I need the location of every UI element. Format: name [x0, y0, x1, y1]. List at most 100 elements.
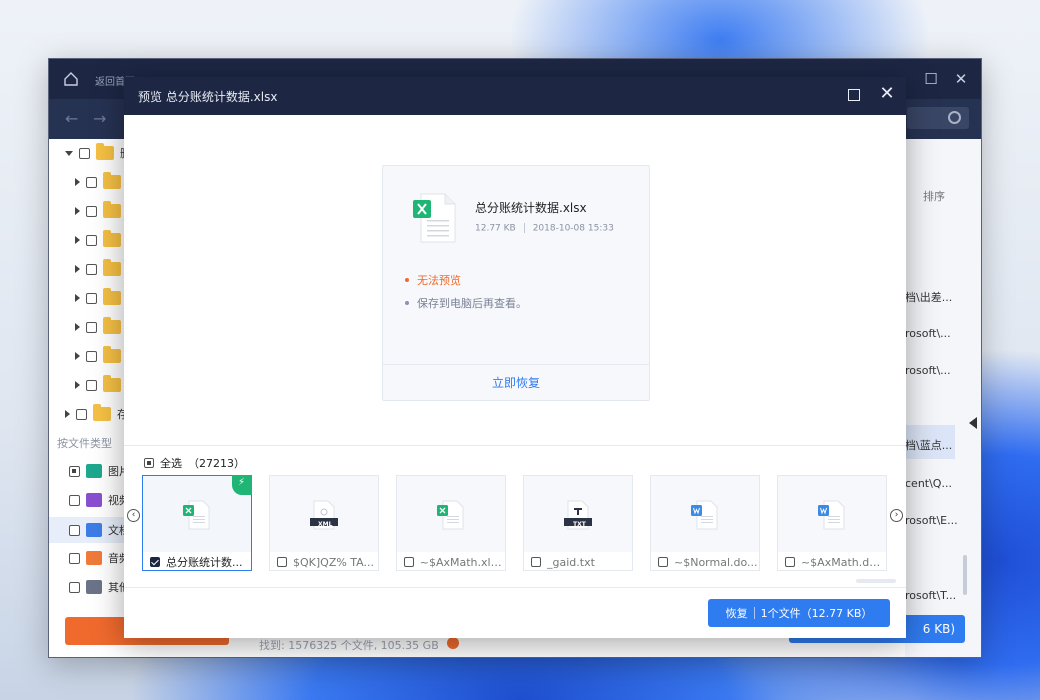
excel-file-icon	[183, 500, 210, 530]
path-cell: rosoft\E...	[905, 514, 958, 527]
recover-button[interactable]: 恢复 1个文件（12.77 KB）	[708, 599, 890, 627]
thumbnail-checkbox[interactable]	[150, 557, 160, 567]
expand-icon[interactable]	[65, 150, 73, 156]
tree-checkbox[interactable]	[86, 379, 97, 391]
folder-icon	[103, 375, 121, 392]
thumbnail-item[interactable]: ⚡ 总分账统计数...	[142, 475, 252, 571]
dialog-titlebar: 预览 总分账统计数据.xlsx ✕	[124, 77, 906, 115]
path-cell: 档\蓝点...	[905, 439, 953, 452]
folder-icon	[103, 172, 121, 189]
select-all[interactable]: 全选 （27213）	[144, 455, 245, 471]
type-checkbox[interactable]	[69, 465, 80, 477]
expand-icon[interactable]	[75, 207, 80, 215]
tree-checkbox[interactable]	[86, 263, 97, 275]
note-no-preview: 无法预览	[405, 272, 461, 288]
thumbnail-preview: TXT	[524, 476, 632, 552]
file-date: 2018-10-08 15:33	[532, 223, 614, 234]
other-icon	[86, 580, 102, 594]
excel-file-icon	[413, 193, 456, 243]
folder-icon	[103, 288, 121, 305]
back-arrow-icon[interactable]: ←	[65, 109, 78, 128]
thumbnail-checkbox[interactable]	[404, 557, 414, 567]
expand-icon[interactable]	[75, 294, 80, 302]
app-scrollbar[interactable]	[963, 555, 967, 595]
folder-icon	[103, 259, 121, 276]
tree-item[interactable]: I	[75, 201, 130, 221]
file-type-audio[interactable]: 音频	[69, 548, 130, 568]
status-text: 找到: 1576325 个文件, 105.35 GB	[259, 639, 439, 652]
expand-icon[interactable]	[75, 265, 80, 273]
thumbnail-name: _gaid.txt	[547, 555, 595, 569]
thumbnail-item[interactable]: TXT _gaid.txt	[523, 475, 633, 571]
file-type-other[interactable]: 其他	[69, 577, 130, 597]
recover-now-link[interactable]: 立即恢复	[383, 374, 649, 391]
expand-icon[interactable]	[75, 352, 80, 360]
thumbnail-footer: ~$Normal.do...	[651, 552, 759, 572]
tree-item-existing[interactable]: 存	[65, 404, 128, 424]
info-icon[interactable]	[447, 637, 459, 649]
type-checkbox[interactable]	[69, 524, 80, 536]
thumbnail-name: ~$AxMath.xla...	[419, 555, 505, 569]
scroll-right-icon[interactable]: ›	[890, 509, 903, 522]
tree-checkbox[interactable]	[86, 205, 97, 217]
dialog-title: 预览 总分账统计数据.xlsx	[138, 90, 278, 104]
forward-arrow-icon[interactable]: →	[93, 109, 106, 128]
image-icon	[86, 464, 102, 478]
type-checkbox[interactable]	[69, 581, 80, 593]
file-type-header: 按文件类型	[57, 437, 112, 450]
note-save-first: 保存到电脑后再查看。	[405, 295, 527, 311]
thumbnail-footer: 总分账统计数...	[143, 552, 251, 572]
type-checkbox[interactable]	[69, 552, 80, 564]
thumbnail-footer: _gaid.txt	[524, 552, 632, 572]
type-checkbox[interactable]	[69, 494, 80, 506]
word-file-icon	[691, 500, 718, 530]
thumbnail-scrollbar[interactable]	[856, 579, 896, 583]
thumbnail-item[interactable]: ~$AxMath.do...	[777, 475, 887, 571]
divider	[124, 445, 906, 446]
window-maximize-icon[interactable]: ☐	[921, 69, 941, 89]
maximize-icon[interactable]	[848, 89, 860, 101]
expand-icon[interactable]	[75, 236, 80, 244]
tree-checkbox[interactable]	[76, 408, 87, 420]
home-icon[interactable]	[63, 71, 79, 87]
tree-checkbox[interactable]	[86, 234, 97, 246]
audio-icon	[86, 551, 102, 565]
tree-checkbox[interactable]	[86, 176, 97, 188]
close-icon[interactable]: ✕	[876, 83, 898, 105]
preview-area: 总分账统计数据.xlsx 12.77 KB 2018-10-08 15:33 无法…	[124, 115, 906, 445]
thumbnail-name: $QK]QZ% TA...	[293, 555, 374, 569]
file-type-images[interactable]: 图片	[69, 461, 130, 481]
app-search-input[interactable]	[907, 107, 969, 129]
thumbnail-checkbox[interactable]	[531, 557, 541, 567]
folder-icon	[103, 346, 121, 363]
thumbnail-item[interactable]: ~$Normal.do...	[650, 475, 760, 571]
folder-icon	[93, 404, 111, 421]
path-cell: cent\Q...	[905, 477, 952, 490]
thumbnail-checkbox[interactable]	[785, 557, 795, 567]
window-close-icon[interactable]: ✕	[951, 69, 971, 89]
type-label: TXT	[573, 521, 586, 528]
type-label: XML	[318, 521, 333, 528]
scroll-left-icon[interactable]: ‹	[127, 509, 140, 522]
thumbnail-preview	[778, 476, 886, 552]
tree-item-deleted[interactable]: 删	[65, 143, 131, 163]
thumbnail-checkbox[interactable]	[277, 557, 287, 567]
thumbnail-item[interactable]: XML $QK]QZ% TA...	[269, 475, 379, 571]
folder-icon	[96, 143, 114, 160]
recoverable-badge: ⚡	[232, 475, 252, 495]
expand-icon[interactable]	[65, 410, 70, 418]
thumbnail-checkbox[interactable]	[658, 557, 668, 567]
expand-icon[interactable]	[75, 178, 80, 186]
expand-icon[interactable]	[75, 381, 80, 389]
tree-checkbox[interactable]	[86, 292, 97, 304]
sort-label[interactable]: 排序	[923, 188, 945, 204]
file-type-videos[interactable]: 视频	[69, 490, 130, 510]
tree-checkbox[interactable]	[79, 147, 90, 159]
expand-icon[interactable]	[75, 323, 80, 331]
thumbnail-item[interactable]: ~$AxMath.xla...	[396, 475, 506, 571]
collapse-arrow-icon[interactable]	[969, 417, 977, 429]
tree-checkbox[interactable]	[86, 350, 97, 362]
tree-checkbox[interactable]	[86, 321, 97, 333]
bullet-icon	[405, 301, 409, 305]
select-all-checkbox[interactable]	[144, 458, 154, 468]
